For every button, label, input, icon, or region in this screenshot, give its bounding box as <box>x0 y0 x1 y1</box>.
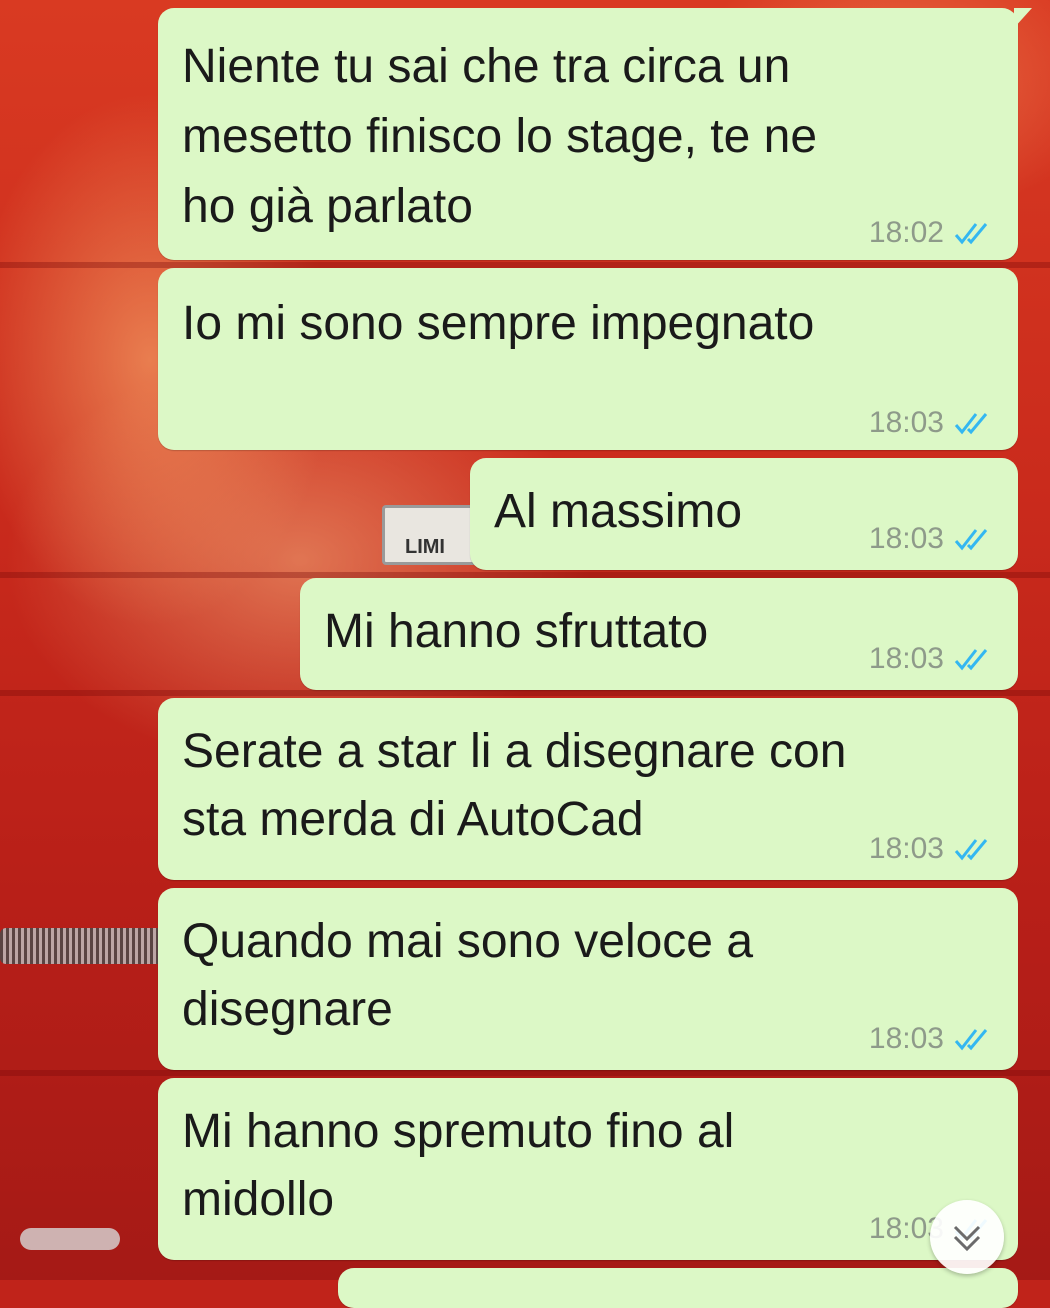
message-time: 18:03 <box>868 406 944 439</box>
message-meta: 18:03 <box>869 642 996 676</box>
message-time: 18:02 <box>868 216 944 249</box>
message-meta: 18:03 <box>869 832 996 866</box>
double-check-icon <box>954 839 988 861</box>
message-bubble[interactable]: Serate a star li a disegnare con sta mer… <box>158 698 1018 880</box>
message-bubble-partial[interactable] <box>338 1268 1018 1308</box>
message-bubble[interactable]: Al massimo 18:03 <box>470 458 1018 570</box>
message-bubble[interactable]: Mi hanno spremuto fino al midollo 18:03 <box>158 1078 1018 1260</box>
scroll-to-bottom-button[interactable] <box>930 1200 1004 1274</box>
wallpaper-tag: LIMI <box>382 505 482 565</box>
message-bubble[interactable]: Quando mai sono veloce a disegnare 18:03 <box>158 888 1018 1070</box>
message-bubble[interactable]: Mi hanno sfruttato 18:03 <box>300 578 1018 690</box>
message-text: Niente tu sai che tra circa un mesetto f… <box>182 40 818 233</box>
double-check-icon <box>954 223 988 245</box>
bubble-tail <box>1014 8 1032 28</box>
message-time: 18:03 <box>868 832 944 865</box>
message-bubble[interactable]: Io mi sono sempre impegnato 18:03 <box>158 268 1018 450</box>
message-text: Io mi sono sempre impegnato <box>182 297 815 350</box>
wallpaper-badge <box>20 1228 120 1250</box>
message-time: 18:03 <box>868 642 944 675</box>
wallpaper-spring <box>0 928 170 964</box>
message-meta: 18:02 <box>869 216 996 250</box>
wallpaper-stripe <box>0 690 1050 696</box>
double-check-icon <box>954 649 988 671</box>
double-check-icon <box>954 413 988 435</box>
double-check-icon <box>954 529 988 551</box>
double-chevron-down-icon <box>953 1225 981 1252</box>
message-bubble[interactable]: Niente tu sai che tra circa un mesetto f… <box>158 8 1032 260</box>
double-check-icon <box>954 1029 988 1051</box>
message-meta: 18:03 <box>869 406 996 440</box>
message-time: 18:03 <box>868 522 944 555</box>
message-meta: 18:03 <box>869 522 996 556</box>
message-meta: 18:03 <box>869 1022 996 1056</box>
wallpaper-stripe <box>0 1070 1050 1076</box>
message-time: 18:03 <box>868 1022 944 1055</box>
